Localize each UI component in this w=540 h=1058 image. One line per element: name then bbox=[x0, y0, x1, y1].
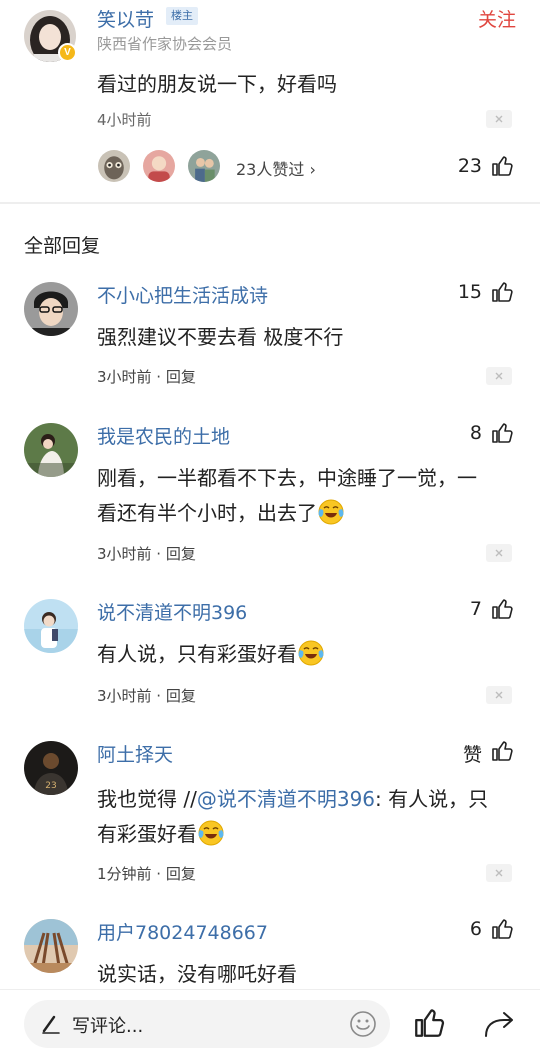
commenter-name[interactable]: 阿土择天 bbox=[97, 740, 173, 767]
thumbs-up-icon[interactable] bbox=[412, 1006, 446, 1040]
thumbs-up-icon[interactable] bbox=[490, 280, 514, 304]
close-icon[interactable] bbox=[486, 110, 512, 128]
crying-laugh-emoji bbox=[297, 639, 325, 667]
close-icon[interactable] bbox=[486, 544, 512, 562]
thumbs-up-icon[interactable] bbox=[490, 154, 514, 178]
liker-avatar[interactable] bbox=[186, 148, 222, 184]
comment-placeholder: 写评论... bbox=[72, 1016, 144, 1037]
commenter-name[interactable]: 不小心把生活活成诗 bbox=[97, 281, 268, 308]
comment-meta[interactable]: 1分钟前 · 回复 bbox=[97, 863, 196, 884]
smile-icon[interactable] bbox=[348, 1009, 378, 1039]
pen-icon bbox=[42, 1015, 60, 1034]
commenter-avatar[interactable] bbox=[24, 423, 78, 477]
comment-text: 说实话，没有哪吒好看 bbox=[97, 962, 297, 986]
comment-meta[interactable]: 3小时前 · 回复 bbox=[97, 366, 196, 387]
section-divider bbox=[0, 202, 540, 204]
thumbs-up-icon[interactable] bbox=[490, 739, 514, 763]
op-time: 4小时前 bbox=[97, 111, 152, 129]
thumbs-up-icon[interactable] bbox=[490, 597, 514, 621]
op-text: 看过的朋友说一下，好看吗 bbox=[97, 72, 337, 96]
svg-text:23: 23 bbox=[45, 781, 56, 791]
liker-avatar[interactable] bbox=[141, 148, 177, 184]
follow-button[interactable]: 关注 bbox=[478, 5, 516, 32]
liker-avatar[interactable] bbox=[96, 148, 132, 184]
comment-like-count: 7 bbox=[469, 598, 482, 620]
comment-like-label: 赞 bbox=[462, 744, 482, 766]
bottom-bar: 写评论... bbox=[0, 989, 540, 1058]
close-icon[interactable] bbox=[486, 864, 512, 882]
comment-text: 有人说，只有彩蛋好看 bbox=[97, 637, 497, 672]
crying-laugh-emoji bbox=[317, 498, 345, 526]
commenter-name[interactable]: 我是农民的土地 bbox=[97, 422, 230, 449]
commenter-avatar[interactable] bbox=[24, 919, 78, 973]
comment-input[interactable]: 写评论... bbox=[24, 1000, 390, 1048]
v-badge-icon: V bbox=[58, 43, 77, 62]
comment-meta[interactable]: 3小时前 · 回复 bbox=[97, 543, 196, 564]
close-icon[interactable] bbox=[486, 367, 512, 385]
crying-laugh-emoji bbox=[197, 819, 225, 847]
main-post: V 笑以苛 楼主 关注 陕西省作家协会会员 看过的朋友说一下，好看吗 4小时前 … bbox=[0, 0, 540, 202]
comment-meta[interactable]: 3小时前 · 回复 bbox=[97, 685, 196, 706]
commenter-name[interactable]: 说不清道不明396 bbox=[97, 598, 247, 625]
commenter-avatar[interactable] bbox=[24, 599, 78, 653]
mention-link[interactable]: @说不清道不明396 bbox=[197, 787, 375, 811]
thumbs-up-icon[interactable] bbox=[490, 421, 514, 445]
op-author-title: 陕西省作家协会会员 bbox=[97, 35, 233, 53]
op-like-count: 23 bbox=[457, 155, 482, 177]
comment-like-count: 8 bbox=[469, 422, 482, 444]
commenter-avatar[interactable]: 23 bbox=[24, 741, 78, 795]
op-username[interactable]: 笑以苛 bbox=[97, 5, 154, 32]
section-title: 全部回复 bbox=[24, 235, 101, 257]
op-badge: 楼主 bbox=[166, 7, 198, 25]
commenter-name[interactable]: 用户78024748667 bbox=[97, 918, 268, 945]
thumbs-up-icon[interactable] bbox=[490, 917, 514, 941]
likers-summary[interactable]: 23人赞过 › bbox=[236, 156, 316, 180]
comment-text: 我也觉得 //@说不清道不明396: 有人说，只有彩蛋好看 bbox=[97, 787, 489, 847]
close-icon[interactable] bbox=[486, 686, 512, 704]
commenter-avatar[interactable] bbox=[24, 282, 78, 336]
comment-text: 强烈建议不要去看 极度不行 bbox=[97, 325, 344, 349]
comment-like-count: 6 bbox=[469, 918, 482, 940]
comment-text: 刚看，一半都看不下去，中途睡了一觉，一看还有半个小时，出去了 bbox=[97, 466, 477, 526]
comment-like-count: 15 bbox=[457, 281, 482, 303]
share-icon[interactable] bbox=[482, 1008, 516, 1040]
